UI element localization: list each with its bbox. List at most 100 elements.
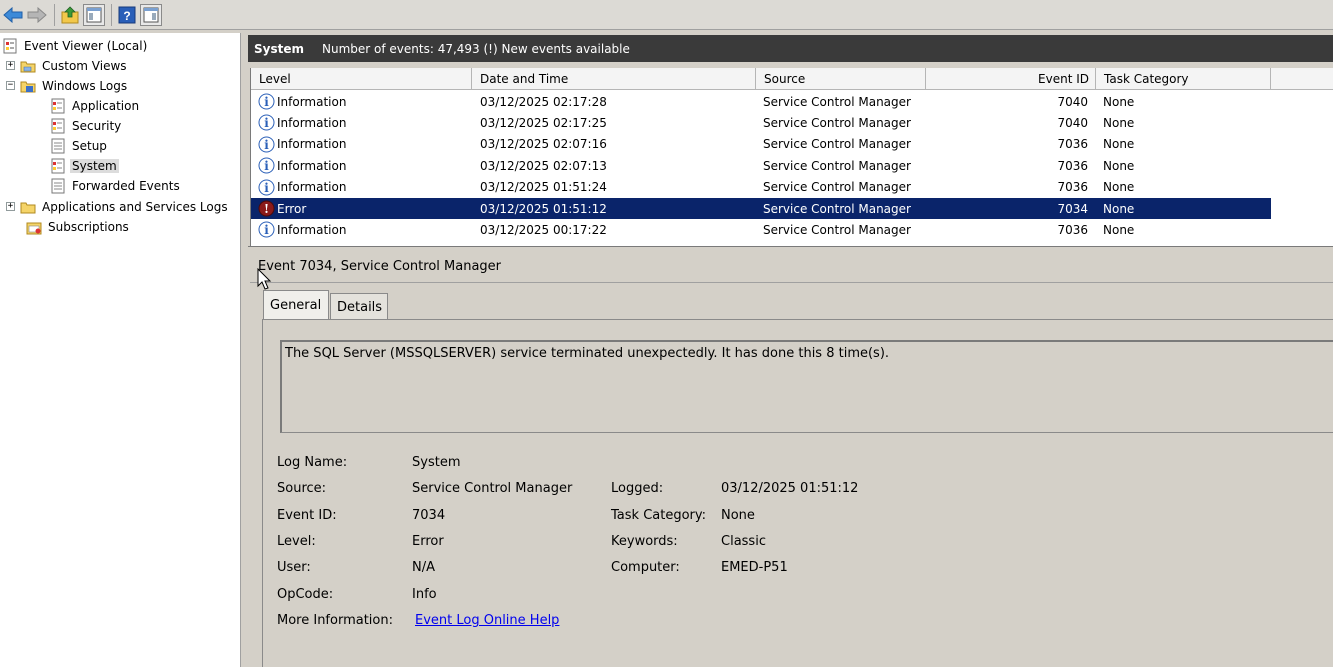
log-icon xyxy=(51,98,65,113)
event-cell-source: Service Control Manager xyxy=(763,180,911,195)
computer-label: Computer: xyxy=(611,560,680,575)
svg-text:i: i xyxy=(264,159,269,173)
event-cell-level: i Information xyxy=(258,134,468,155)
tree-label: Security xyxy=(72,118,122,133)
tree-item-event-viewer[interactable]: Event Viewer (Local) xyxy=(2,36,149,55)
event-cell-category: None xyxy=(1103,222,1135,237)
horizontal-splitter[interactable] xyxy=(248,246,1333,252)
event-message[interactable]: The SQL Server (MSSQLSERVER) service ter… xyxy=(280,340,1333,433)
up-folder-icon[interactable] xyxy=(59,4,81,26)
event-row[interactable]: ! Error 03/12/2025 01:51:12 Service Control… xyxy=(251,198,1271,219)
event-log-online-help-link[interactable]: Event Log Online Help xyxy=(415,613,559,628)
event-list: Level Date and Time Source Event ID Task… xyxy=(250,68,1333,246)
tab-border xyxy=(262,319,1333,320)
event-cell-event-id: 7036 xyxy=(1057,180,1088,195)
user-label: User: xyxy=(277,560,311,575)
tree-item-system[interactable]: System xyxy=(50,156,119,175)
event-cell-level: ! Error xyxy=(258,198,468,219)
tree-item-forwarded-events[interactable]: Forwarded Events xyxy=(50,176,182,195)
vertical-splitter[interactable] xyxy=(240,33,248,667)
event-cell-event-id: 7040 xyxy=(1057,115,1088,130)
event-cell-source: Service Control Manager xyxy=(763,115,911,130)
event-level-text: Information xyxy=(277,137,347,152)
folder-open-icon xyxy=(20,81,36,92)
svg-text:i: i xyxy=(264,223,269,237)
divider xyxy=(250,282,1333,283)
tab-details[interactable]: Details xyxy=(330,293,388,320)
action-pane-icon[interactable] xyxy=(140,3,162,26)
event-viewer-icon xyxy=(3,38,17,53)
tree-label: Windows Logs xyxy=(42,78,128,93)
more-info-label: More Information: xyxy=(277,613,393,628)
tree-item-setup[interactable]: Setup xyxy=(50,136,109,155)
event-row[interactable]: i Information 03/12/2025 02:17:25 Service C… xyxy=(251,112,1271,133)
tree-label: Applications and Services Logs xyxy=(42,199,228,214)
tree-item-custom-views[interactable]: + Custom Views xyxy=(6,56,129,75)
event-cell-datetime: 03/12/2025 02:07:16 xyxy=(480,137,607,152)
tree-item-applications-services-logs[interactable]: + Applications and Services Logs xyxy=(6,197,230,216)
event-cell-level: i Information xyxy=(258,177,468,198)
svg-text:i: i xyxy=(264,116,269,130)
keywords-label: Keywords: xyxy=(611,534,678,549)
event-cell-datetime: 03/12/2025 01:51:12 xyxy=(480,201,607,216)
forward-arrow-icon[interactable] xyxy=(26,4,48,26)
event-row[interactable]: i Information 03/12/2025 01:51:24 Service C… xyxy=(251,177,1271,198)
subscriptions-icon xyxy=(26,222,42,234)
event-cell-datetime: 03/12/2025 02:17:28 xyxy=(480,94,607,109)
toolbar-separator xyxy=(54,3,55,26)
log-name-value: System xyxy=(412,455,461,470)
tree-item-windows-logs[interactable]: − Windows Logs xyxy=(6,76,129,95)
expand-icon[interactable]: + xyxy=(6,61,15,70)
event-cell-category: None xyxy=(1103,158,1135,173)
event-cell-event-id: 7036 xyxy=(1057,158,1088,173)
computer-value: EMED-P51 xyxy=(721,560,788,575)
expand-icon[interactable]: + xyxy=(6,202,15,211)
help-icon[interactable]: ? xyxy=(116,4,138,26)
column-task-category[interactable]: Task Category xyxy=(1096,68,1271,90)
info-icon: i xyxy=(258,179,275,196)
event-row[interactable]: i Information 03/12/2025 02:17:28 Service C… xyxy=(251,91,1271,112)
event-cell-category: None xyxy=(1103,201,1135,216)
tree-item-application[interactable]: Application xyxy=(50,96,141,115)
logged-label: Logged: xyxy=(611,481,664,496)
event-row[interactable]: i Information 03/12/2025 00:17:22 Service C… xyxy=(251,219,1271,240)
column-event-id[interactable]: Event ID xyxy=(926,68,1096,90)
source-value: Service Control Manager xyxy=(412,481,573,496)
event-id-label: Event ID: xyxy=(277,508,337,523)
tree-label: Application xyxy=(72,98,140,113)
collapse-icon[interactable]: − xyxy=(6,81,15,90)
user-value: N/A xyxy=(412,560,435,575)
column-date-time[interactable]: Date and Time xyxy=(472,68,756,90)
log-icon xyxy=(51,118,65,133)
event-cell-level: i Information xyxy=(258,155,468,176)
svg-text:i: i xyxy=(264,181,269,195)
log-header: System Number of events: 47,493 (!) New … xyxy=(248,35,1333,62)
show-hide-tree-icon[interactable] xyxy=(83,3,105,26)
tree-label: System xyxy=(70,158,119,173)
event-cell-source: Service Control Manager xyxy=(763,222,911,237)
event-row[interactable]: i Information 03/12/2025 02:07:16 Service C… xyxy=(251,134,1271,155)
column-level[interactable]: Level xyxy=(251,68,472,90)
event-id-value: 7034 xyxy=(412,508,446,523)
column-source[interactable]: Source xyxy=(756,68,926,90)
tree-item-subscriptions[interactable]: Subscriptions xyxy=(26,217,131,236)
svg-text:i: i xyxy=(264,95,269,109)
log-name-label: Log Name: xyxy=(277,455,348,470)
toolbar: ? xyxy=(0,0,1333,30)
event-count: Number of events: 47,493 (!) New events … xyxy=(322,41,630,56)
error-icon: ! xyxy=(258,200,275,217)
event-level-text: Information xyxy=(277,222,347,237)
event-level-text: Information xyxy=(277,115,347,130)
event-cell-datetime: 03/12/2025 02:17:25 xyxy=(480,115,607,130)
tree-label: Custom Views xyxy=(42,58,127,73)
logged-value: 03/12/2025 01:51:12 xyxy=(721,481,859,496)
tab-general[interactable]: General xyxy=(263,290,329,320)
level-label: Level: xyxy=(277,534,316,549)
navigation-tree: Event Viewer (Local) + Custom Views − Wi… xyxy=(0,33,240,667)
event-level-text: Error xyxy=(277,201,307,216)
event-level-text: Information xyxy=(277,180,347,195)
tree-item-security[interactable]: Security xyxy=(50,116,123,135)
event-row[interactable]: i Information 03/12/2025 02:07:13 Service C… xyxy=(251,155,1271,176)
back-arrow-icon[interactable] xyxy=(2,4,24,26)
svg-text:i: i xyxy=(264,138,269,152)
